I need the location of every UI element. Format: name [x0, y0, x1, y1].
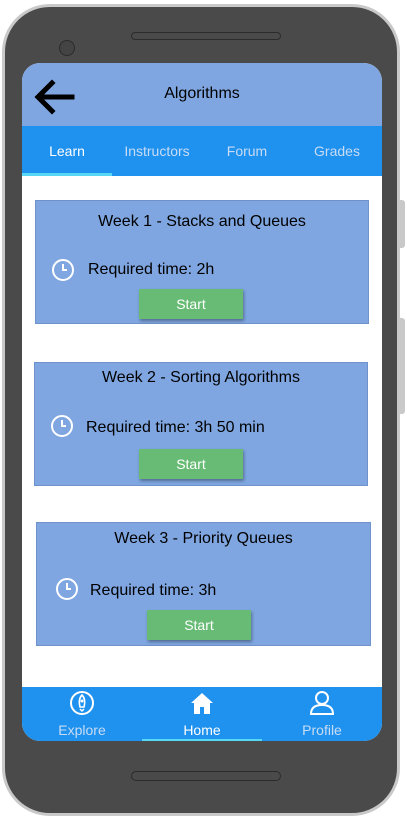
tab-forum[interactable]: Forum	[202, 126, 292, 176]
start-button[interactable]: Start	[139, 449, 243, 479]
clock-icon	[52, 259, 74, 281]
phone-power-button	[400, 318, 405, 414]
tab-grades[interactable]: Grades	[292, 126, 382, 176]
start-button[interactable]: Start	[147, 610, 251, 640]
week-card-1: Week 1 - Stacks and Queues Required time…	[35, 200, 369, 324]
week-title: Week 2 - Sorting Algorithms	[101, 369, 300, 386]
phone-home-bar	[131, 771, 281, 781]
app-header: Algorithms	[22, 63, 382, 126]
nav-home[interactable]: Home	[142, 687, 262, 741]
app-screen: Algorithms Learn Instructors Forum Grade…	[22, 63, 382, 741]
nav-label: Profile	[302, 722, 342, 738]
rocket-icon	[70, 691, 94, 715]
week-card-2: Week 2 - Sorting Algorithms Required tim…	[34, 362, 368, 486]
bottom-nav: Explore Home Profile	[22, 687, 382, 741]
clock-icon	[51, 415, 73, 437]
page-title: Algorithms	[164, 85, 240, 102]
required-time: Required time: 3h	[90, 582, 217, 599]
nav-label: Explore	[58, 722, 106, 738]
required-time: Required time: 3h 50 min	[86, 419, 265, 436]
required-time: Required time: 2h	[88, 261, 215, 278]
nav-profile[interactable]: Profile	[262, 687, 382, 741]
week-title: Week 3 - Priority Queues	[114, 530, 293, 547]
home-icon	[191, 693, 213, 714]
week-title: Week 1 - Stacks and Queues	[98, 213, 306, 230]
tab-instructors[interactable]: Instructors	[112, 126, 202, 176]
phone-camera	[59, 40, 75, 56]
nav-label: Home	[183, 722, 221, 738]
phone-volume-button	[400, 200, 405, 248]
tab-bar: Learn Instructors Forum Grades	[22, 126, 382, 176]
tab-learn[interactable]: Learn	[22, 126, 112, 176]
clock-icon	[56, 578, 78, 600]
profile-icon	[309, 691, 335, 715]
start-button[interactable]: Start	[139, 289, 243, 319]
nav-explore[interactable]: Explore	[22, 687, 142, 741]
week-card-3: Week 3 - Priority Queues Required time: …	[36, 522, 371, 646]
phone-speaker	[131, 32, 281, 40]
